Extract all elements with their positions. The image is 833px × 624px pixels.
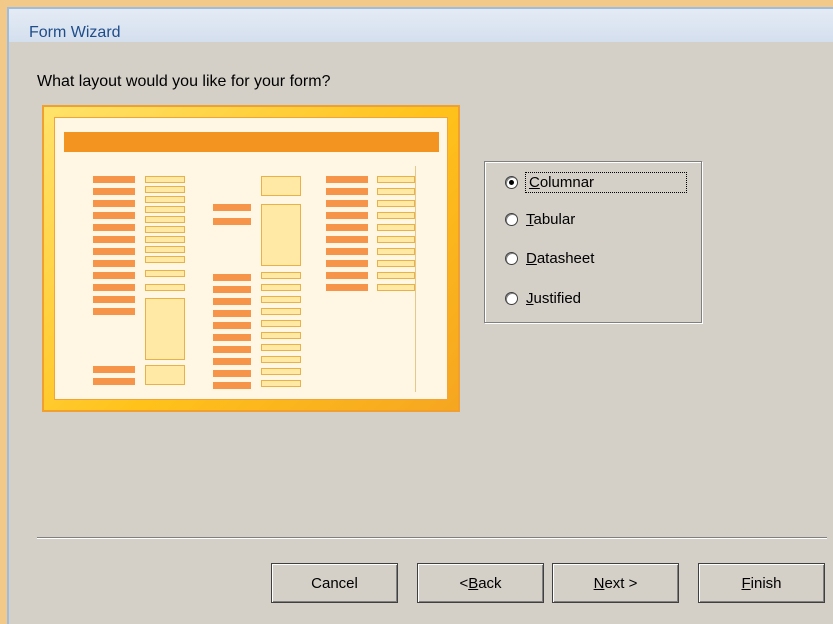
layout-option-tabular[interactable]: Tabular [505, 207, 575, 231]
radio-button[interactable] [505, 251, 518, 265]
layout-options-group: Columnar Tabular Datasheet Justified [484, 161, 702, 323]
cancel-button[interactable]: Cancel [271, 563, 398, 603]
radio-button[interactable] [505, 291, 518, 305]
layout-option-label: Columnar [525, 171, 687, 193]
layout-option-label: Datasheet [526, 249, 595, 267]
layout-option-datasheet[interactable]: Datasheet [505, 246, 594, 270]
layout-option-columnar[interactable]: Columnar [505, 170, 687, 194]
layout-option-label: Tabular [526, 210, 576, 228]
layout-prompt: What layout would you like for your form… [37, 73, 331, 90]
radio-button[interactable] [505, 212, 518, 226]
window-title: Form Wizard [29, 24, 121, 41]
layout-preview [42, 105, 460, 412]
preview-header-bar [64, 132, 439, 152]
back-button[interactable]: < Back [417, 563, 544, 603]
form-wizard-dialog: Form Wizard What layout would you like f… [7, 7, 833, 624]
title-bar[interactable]: Form Wizard [9, 9, 833, 42]
button-separator [37, 537, 827, 539]
layout-preview-canvas [54, 117, 448, 400]
radio-button-checked[interactable] [505, 175, 518, 189]
layout-option-justified[interactable]: Justified [505, 286, 581, 310]
preview-divider [415, 166, 416, 392]
next-button[interactable]: Next > [552, 563, 679, 603]
layout-option-label: Justified [526, 289, 582, 307]
finish-button[interactable]: Finish [698, 563, 825, 603]
